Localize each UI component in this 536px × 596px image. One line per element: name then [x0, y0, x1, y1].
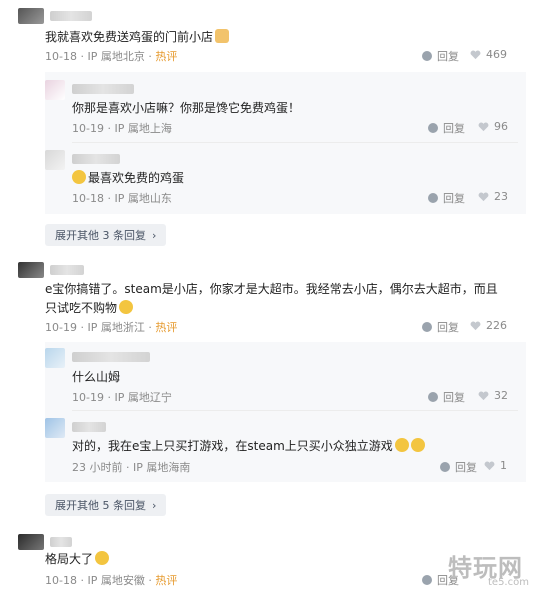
heart-icon	[484, 461, 495, 470]
like-button[interactable]: 469	[470, 48, 507, 61]
reply-icon	[428, 193, 438, 203]
heart-icon	[478, 122, 489, 131]
chevron-right-icon: ›	[152, 498, 157, 512]
username[interactable]	[50, 11, 92, 21]
username[interactable]	[72, 422, 106, 432]
grin-emoji-icon	[394, 438, 409, 452]
avatar[interactable]	[18, 8, 44, 24]
like-button[interactable]: 226	[470, 319, 507, 332]
chevron-right-icon: ›	[152, 228, 157, 242]
grin-emoji-icon	[410, 438, 425, 452]
like-button[interactable]: 96	[478, 120, 508, 133]
avatar[interactable]	[45, 80, 65, 100]
reply-icon	[422, 51, 432, 61]
reply-meta: 23 小时前 · IP 属地海南	[72, 461, 191, 474]
kiss-emoji-icon	[72, 170, 86, 184]
expand-replies-button[interactable]: 展开其他 5 条回复 ›	[45, 494, 167, 516]
heart-icon	[478, 192, 489, 201]
reply-text: 最喜欢免费的鸡蛋	[72, 169, 184, 186]
username[interactable]	[72, 84, 134, 94]
avatar[interactable]	[45, 150, 65, 170]
comment-text: 我就喜欢免费送鸡蛋的门前小店	[45, 28, 230, 45]
avatar[interactable]	[18, 262, 44, 278]
heart-icon	[470, 50, 481, 59]
divider	[72, 142, 518, 143]
divider	[72, 410, 518, 411]
reply-meta: 10-18 · IP 属地山东	[72, 192, 172, 205]
reply-meta: 10-19 · IP 属地辽宁	[72, 391, 172, 404]
reply-meta: 10-19 · IP 属地上海	[72, 122, 172, 135]
reply-button[interactable]: 回复	[440, 459, 477, 475]
cat-emoji-icon	[215, 29, 230, 43]
reply-button[interactable]: 回复	[422, 48, 459, 64]
reply-icon	[428, 123, 438, 133]
reply-icon	[440, 462, 450, 472]
watermark-domain: te5.com	[488, 577, 529, 588]
reply-text: 你那是喜欢小店嘛？你那是馋它免费鸡蛋！	[72, 101, 301, 115]
reply-icon	[428, 392, 438, 402]
comment-text: 格局大了	[45, 550, 110, 567]
like-button[interactable]: 32	[478, 389, 508, 402]
like-button[interactable]: 1	[484, 459, 507, 472]
reply-button[interactable]: 回复	[428, 190, 465, 206]
username[interactable]	[72, 352, 150, 362]
crying-emoji-icon	[95, 551, 110, 565]
reply-icon	[422, 575, 432, 585]
reply-text: 什么山姆	[72, 370, 121, 384]
reply-button[interactable]: 回复	[428, 120, 465, 136]
avatar[interactable]	[45, 348, 65, 368]
heart-icon	[470, 321, 481, 330]
username[interactable]	[50, 537, 72, 547]
expand-replies-button[interactable]: 展开其他 3 条回复 ›	[45, 224, 167, 246]
like-button[interactable]: 23	[478, 190, 508, 203]
reply-icon	[422, 322, 432, 332]
reply-button[interactable]: 回复	[428, 389, 465, 405]
username[interactable]	[50, 265, 84, 275]
comment-meta: 10-19 · IP 属地浙江 · 热评	[45, 321, 178, 334]
avatar[interactable]	[18, 534, 44, 550]
sunglasses-emoji-icon	[119, 300, 134, 314]
comment-text: e宝你搞错了。steam是小店，你家才是大超市。我经常去小店，偶尔去大超市，而且…	[45, 282, 498, 315]
avatar[interactable]	[45, 418, 65, 438]
reply-text: 对的，我在e宝上只买打游戏，在steam上只买小众独立游戏	[72, 437, 425, 454]
comment-meta: 10-18 · IP 属地北京 · 热评	[45, 50, 178, 63]
reply-button[interactable]: 回复	[422, 319, 459, 335]
heart-icon	[478, 391, 489, 400]
username[interactable]	[72, 154, 120, 164]
comment-meta: 10-18 · IP 属地安徽 · 热评	[45, 574, 178, 587]
watermark-logo: 特玩网 te5.com	[448, 548, 532, 592]
